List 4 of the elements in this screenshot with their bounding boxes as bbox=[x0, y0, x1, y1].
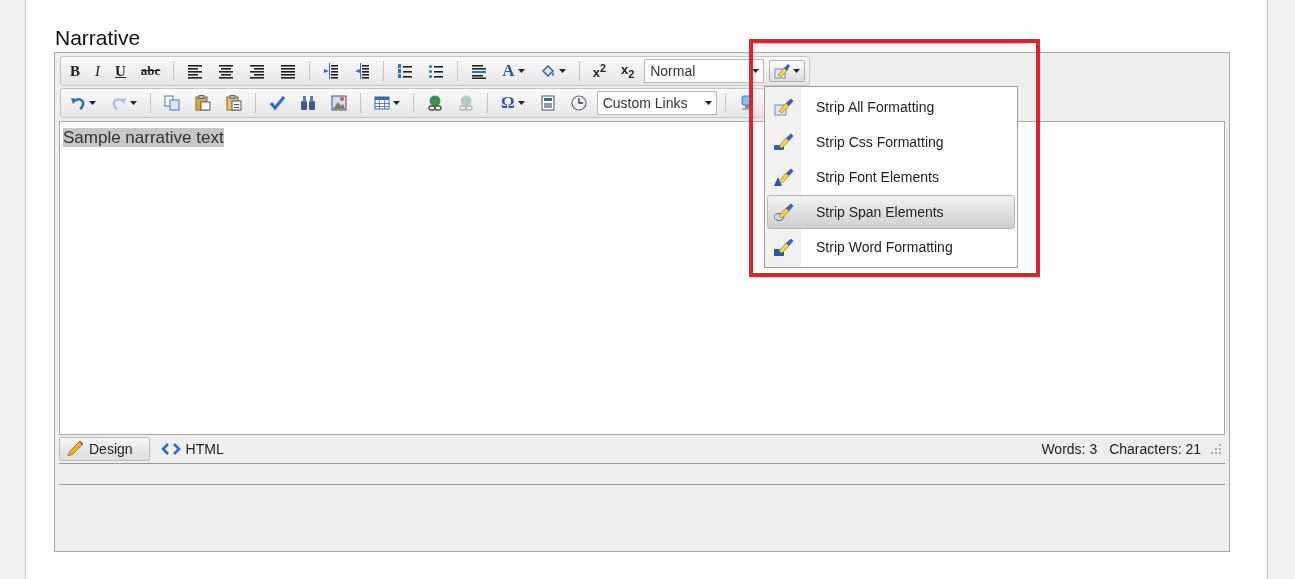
narrative-text: Sample narrative text bbox=[63, 128, 224, 147]
section-heading: Narrative bbox=[55, 26, 142, 50]
character-count: Characters: 21 bbox=[1109, 441, 1201, 457]
word-count: Words: 3 bbox=[1041, 441, 1098, 457]
